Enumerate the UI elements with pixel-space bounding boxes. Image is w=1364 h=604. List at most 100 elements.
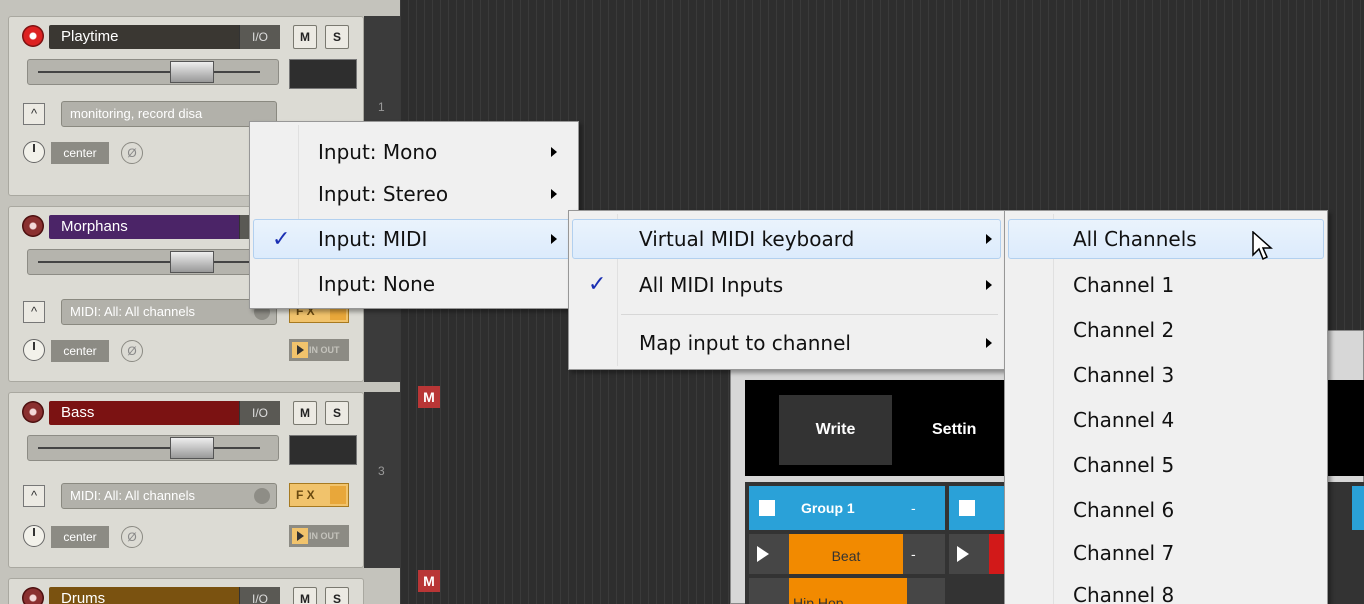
input-selector[interactable]: MIDI: All: All channels — [61, 299, 277, 325]
pad-row[interactable] — [949, 534, 1009, 574]
menu-item-channel-5[interactable]: Channel 5 — [1008, 445, 1324, 485]
menu-item-channel-8[interactable]: Channel 8 — [1008, 575, 1324, 604]
pad-beat[interactable]: Beat — [789, 534, 903, 574]
power-icon[interactable] — [330, 486, 346, 504]
pad-hiphop[interactable]: Hip Hop — [789, 578, 907, 604]
menu-item-map-input-to-channel[interactable]: Map input to channel — [572, 323, 1001, 363]
group-checkbox[interactable] — [959, 500, 975, 516]
play-icon — [292, 342, 308, 358]
submenu-arrow-icon — [551, 189, 557, 199]
group-checkbox[interactable] — [759, 500, 775, 516]
settings-button[interactable]: Settin — [932, 395, 976, 465]
menu-item-channel-7[interactable]: Channel 7 — [1008, 533, 1324, 573]
input-selector[interactable]: monitoring, record disa — [61, 101, 277, 127]
menu-item-label: Channel 7 — [1073, 541, 1175, 565]
menu-item-channel-1[interactable]: Channel 1 — [1008, 265, 1324, 305]
submenu-arrow-icon — [986, 234, 992, 244]
menu-item-channel-2[interactable]: Channel 2 — [1008, 310, 1324, 350]
mute-marker: M — [418, 570, 440, 592]
pad-row[interactable]: Beat - — [749, 534, 945, 574]
mouse-cursor-icon — [1252, 231, 1273, 261]
menu-item-all-channels[interactable]: All Channels — [1008, 219, 1324, 259]
pan-knob-icon[interactable] — [23, 525, 45, 547]
solo-button[interactable]: S — [325, 25, 349, 49]
mute-button[interactable]: M — [293, 25, 317, 49]
track-name[interactable]: Morphans — [49, 215, 245, 239]
track-name[interactable]: Drums — [49, 587, 245, 604]
io-button[interactable]: I/O — [239, 587, 280, 604]
volume-fader[interactable] — [27, 435, 279, 461]
io-button[interactable]: I/O — [239, 25, 280, 49]
fader-handle[interactable] — [170, 437, 214, 459]
solo-button[interactable]: S — [325, 401, 349, 425]
channel-submenu: All Channels Channel 1 Channel 2 Channel… — [1004, 210, 1328, 604]
check-icon: ✓ — [588, 272, 607, 297]
menu-item-input-mono[interactable]: Input: Mono — [253, 132, 575, 172]
write-button[interactable]: Write — [779, 395, 892, 465]
record-arm-icon[interactable] — [22, 215, 44, 237]
phase-icon[interactable]: Ø — [121, 340, 143, 362]
mute-button[interactable]: M — [293, 587, 317, 604]
group-header[interactable] — [949, 486, 1009, 530]
menu-item-label: Channel 6 — [1073, 498, 1175, 522]
record-arm-icon[interactable] — [22, 401, 44, 423]
input-selector-label: MIDI: All: All channels — [70, 488, 195, 503]
menu-item-channel-6[interactable]: Channel 6 — [1008, 490, 1324, 530]
pad-dash: - — [911, 546, 916, 562]
input-monitor-button[interactable]: IN OUT — [289, 525, 349, 547]
group-header[interactable] — [1352, 486, 1364, 530]
dropdown-icon[interactable] — [254, 488, 270, 504]
mute-button[interactable]: M — [293, 401, 317, 425]
menu-item-label: Channel 5 — [1073, 453, 1175, 477]
level-meter — [289, 59, 357, 89]
phase-icon[interactable]: Ø — [121, 142, 143, 164]
menu-item-label: Channel 1 — [1073, 273, 1175, 297]
menu-item-label: All Channels — [1073, 227, 1197, 251]
track-number-strip: 3 — [364, 392, 400, 568]
menu-item-label: Channel 2 — [1073, 318, 1175, 342]
menu-item-channel-4[interactable]: Channel 4 — [1008, 400, 1324, 440]
record-arm-icon[interactable] — [22, 25, 44, 47]
group-label: Group 1 — [801, 500, 855, 516]
menu-item-channel-3[interactable]: Channel 3 — [1008, 355, 1324, 395]
menu-item-virtual-midi-keyboard[interactable]: Virtual MIDI keyboard — [572, 219, 1001, 259]
menu-item-input-midi[interactable]: ✓ Input: MIDI — [253, 219, 575, 259]
menu-item-label: Input: Mono — [318, 140, 438, 164]
input-monitor-button[interactable]: IN OUT — [289, 339, 349, 361]
menu-item-label: Virtual MIDI keyboard — [639, 227, 855, 251]
submenu-arrow-icon — [986, 280, 992, 290]
menu-separator — [621, 314, 998, 315]
fader-handle[interactable] — [170, 251, 214, 273]
menu-item-input-none[interactable]: Input: None — [253, 264, 575, 304]
group-header[interactable]: Group 1 - — [749, 486, 945, 530]
menu-item-label: All MIDI Inputs — [639, 273, 784, 297]
volume-fader[interactable] — [27, 59, 279, 85]
input-selector[interactable]: MIDI: All: All channels — [61, 483, 277, 509]
envelope-icon[interactable]: ^ — [23, 485, 45, 507]
track-number: 1 — [378, 100, 385, 114]
solo-button[interactable]: S — [325, 587, 349, 604]
volume-fader[interactable] — [27, 249, 279, 275]
reaper-window: Playtime I/O M S ^ monitoring, record di… — [0, 0, 1364, 604]
pad-row[interactable]: Hip Hop — [749, 578, 945, 604]
play-icon[interactable] — [757, 546, 769, 562]
track-drums[interactable]: Drums I/O M S — [8, 578, 364, 604]
play-icon[interactable] — [957, 546, 969, 562]
pan-knob-icon[interactable] — [23, 339, 45, 361]
pan-label: center — [51, 526, 109, 548]
fader-handle[interactable] — [170, 61, 214, 83]
track-name[interactable]: Playtime — [49, 25, 245, 49]
menu-item-label: Input: None — [318, 272, 436, 296]
record-arm-icon[interactable] — [22, 587, 44, 604]
menu-item-all-midi-inputs[interactable]: ✓ All MIDI Inputs — [572, 265, 1001, 305]
track-name[interactable]: Bass — [49, 401, 245, 425]
pan-knob-icon[interactable] — [23, 141, 45, 163]
envelope-icon[interactable]: ^ — [23, 103, 45, 125]
envelope-icon[interactable]: ^ — [23, 301, 45, 323]
menu-item-input-stereo[interactable]: Input: Stereo — [253, 174, 575, 214]
fx-button[interactable]: F X — [289, 483, 349, 507]
io-button[interactable]: I/O — [239, 401, 280, 425]
track-number: 3 — [378, 464, 385, 478]
phase-icon[interactable]: Ø — [121, 526, 143, 548]
track-bass[interactable]: Bass I/O M S ^ MIDI: All: All channels F… — [8, 392, 364, 568]
